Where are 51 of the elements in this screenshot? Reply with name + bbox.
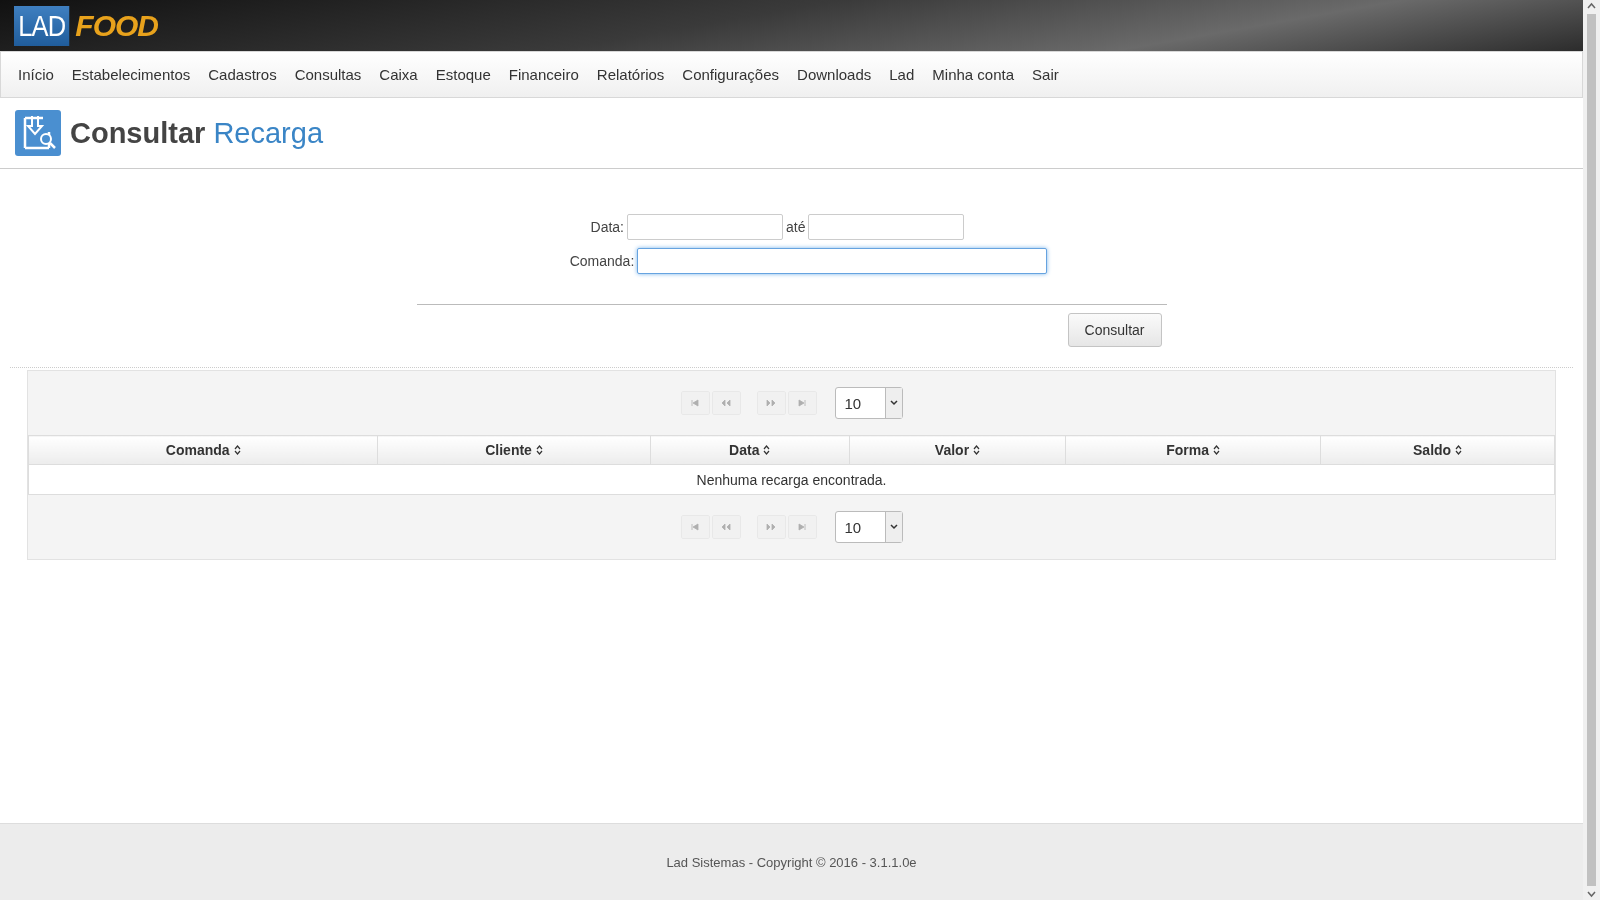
last-page-icon (797, 522, 807, 532)
menu-item[interactable]: Cadastros (199, 66, 286, 83)
menu-item[interactable]: Financeiro (499, 66, 588, 83)
menu-item[interactable]: Estoque (426, 66, 500, 83)
previous-page-icon (721, 522, 731, 532)
sort-icon (1455, 445, 1463, 455)
empty-message: Nenhuma recarga encontrada. (28, 464, 1555, 495)
sort-icon (973, 445, 980, 455)
menu-item[interactable]: Relatórios (587, 66, 674, 83)
field-label: Comanda: (569, 253, 635, 269)
menu-item[interactable]: Configurações (673, 66, 789, 83)
page-size-select[interactable]: 10 (834, 511, 903, 543)
menu-item[interactable]: Lad (880, 66, 924, 83)
column-header[interactable]: Data (650, 435, 850, 465)
first-page-icon (690, 522, 700, 532)
next-page-icon (766, 398, 776, 408)
page-title: Consultar Recarga (70, 116, 324, 150)
sort-icon (1212, 445, 1220, 455)
field-label: até (786, 219, 806, 235)
consultar-button[interactable]: Consultar (1067, 313, 1162, 347)
menu-item[interactable]: Sair (1023, 66, 1068, 83)
caret-icon (889, 400, 898, 406)
last-page-icon (797, 398, 807, 408)
caret-icon (889, 524, 898, 530)
menu-item[interactable]: Downloads (788, 66, 881, 83)
field-label: Data: (590, 219, 624, 235)
date-to-field[interactable] (808, 214, 965, 240)
column-header[interactable]: Saldo (1320, 435, 1555, 465)
previous-page-icon (721, 398, 731, 408)
next-page-icon (766, 522, 776, 532)
page-size-select[interactable]: 10 (834, 387, 903, 419)
column-header[interactable]: Cliente (377, 435, 651, 465)
column-header[interactable]: Comanda (28, 435, 378, 465)
menu-item[interactable]: Caixa (370, 66, 427, 83)
scrollbar[interactable] (1583, 0, 1600, 900)
first-page-icon (690, 398, 700, 408)
logo-text: LAD (14, 5, 70, 46)
column-header[interactable]: Valor (849, 435, 1066, 465)
column-header[interactable]: Forma (1065, 435, 1321, 465)
menu-item[interactable]: Estabelecimentos (62, 66, 200, 83)
clipboard-search-icon (15, 110, 61, 156)
menu-item[interactable]: Minha conta (923, 66, 1024, 83)
sort-icon (233, 445, 241, 455)
sort-icon (535, 445, 543, 455)
logo-text: FOOD (75, 8, 159, 43)
copyright-text: Lad Sistemas - Copyright © 2016 - 3.1.1.0e (666, 854, 917, 870)
menu-item[interactable]: Início (9, 66, 63, 83)
menu-item[interactable]: Consultas (285, 66, 371, 83)
date-from-field[interactable] (627, 214, 783, 240)
comanda-field[interactable] (637, 248, 1048, 274)
sort-icon (763, 445, 771, 455)
